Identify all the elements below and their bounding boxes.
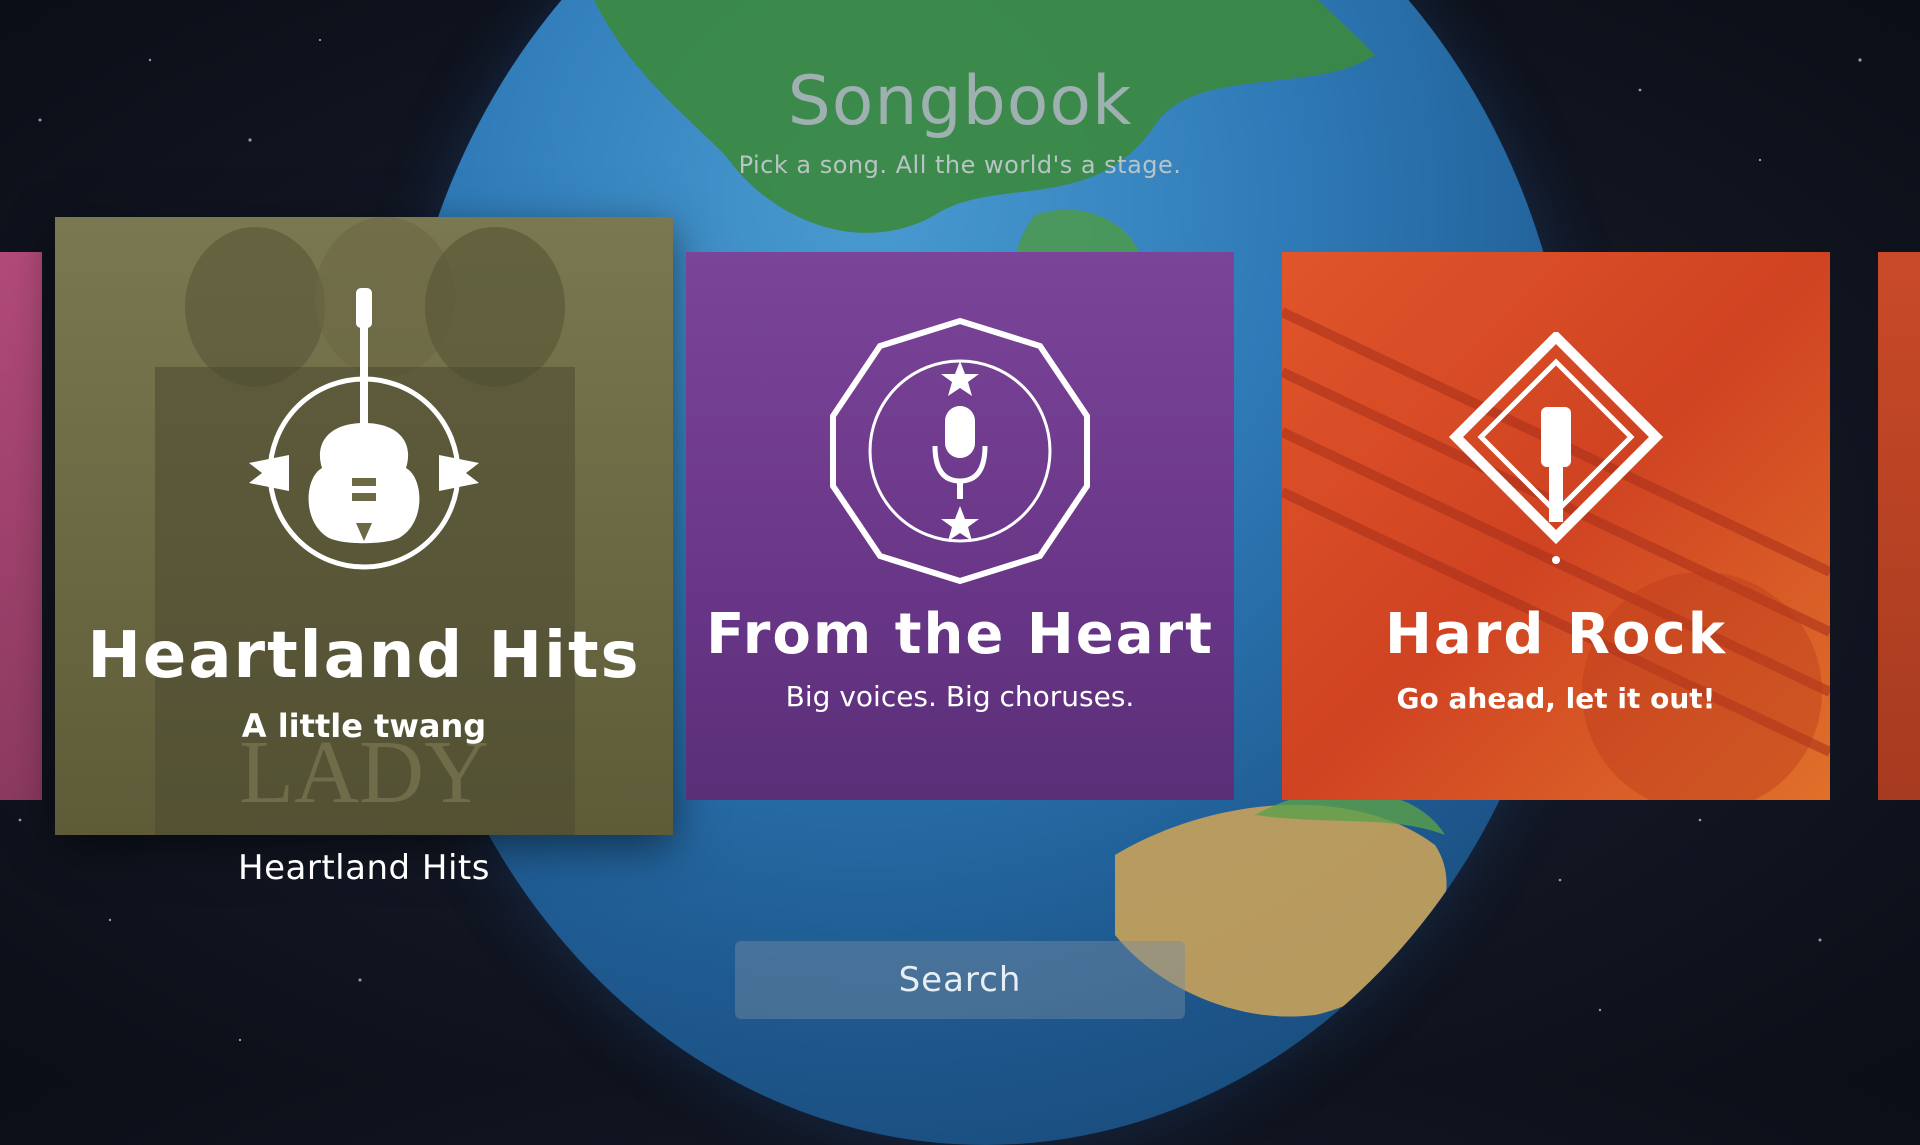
partial-card-left[interactable] [0,252,42,800]
card-title: From the Heart [706,602,1214,667]
guitar-diamond-icon [1448,332,1664,564]
page-title: Songbook [787,62,1133,141]
playlist-card-from-the-heart[interactable]: From the Heart Big voices. Big choruses. [686,252,1234,800]
card-title: Hard Rock [1385,602,1727,667]
card-subtitle: Go ahead, let it out! [1396,682,1716,715]
search-button[interactable]: Search [735,941,1185,1019]
microphone-badge-icon [830,317,1090,585]
page-header: Songbook Pick a song. All the world's a … [0,62,1920,179]
page-subtitle: Pick a song. All the world's a stage. [738,151,1182,179]
playlist-card-hard-rock[interactable]: Hard Rock Go ahead, let it out! [1282,252,1830,800]
card-subtitle: A little twang [241,707,487,745]
playlist-card-heartland-hits[interactable]: LADY Heartland Hits A little twang [55,217,673,835]
partial-card-right[interactable] [1878,252,1920,800]
search-button-label: Search [898,960,1022,1000]
guitar-emblem-icon [249,288,479,570]
card-title: Heartland Hits [87,619,641,693]
focused-card-caption: Heartland Hits [238,848,490,888]
card-subtitle: Big voices. Big choruses. [785,680,1135,713]
